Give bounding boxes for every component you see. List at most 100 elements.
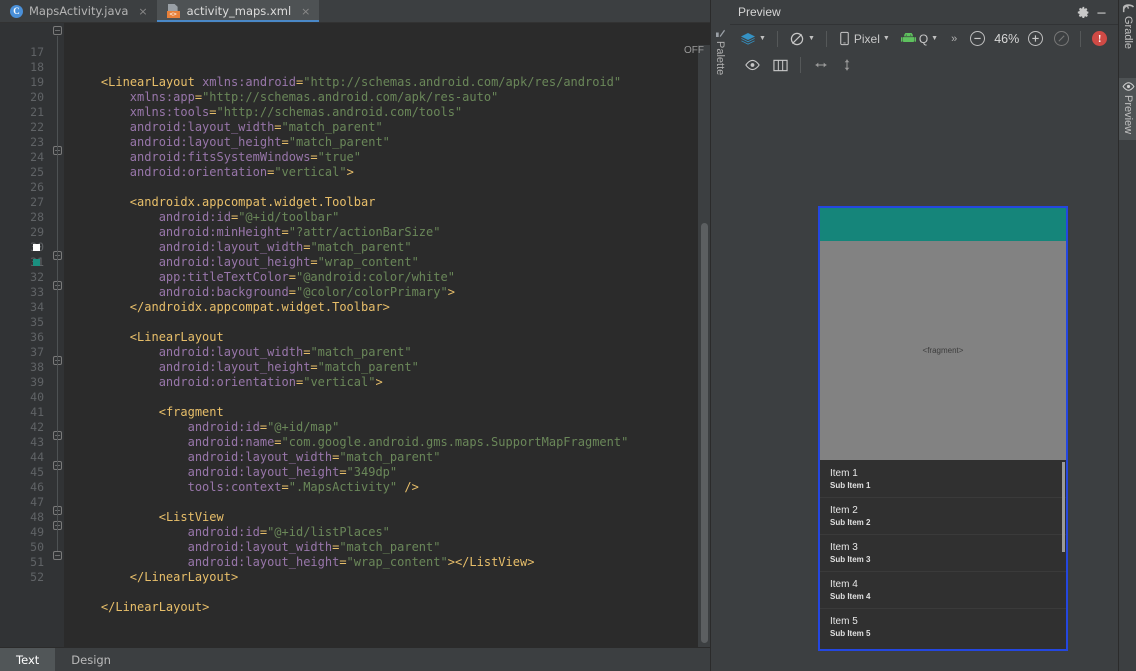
code-token: [72, 195, 130, 209]
palette-tool-strip[interactable]: Palette: [710, 0, 730, 671]
list-item[interactable]: Item 3Sub Item 3: [820, 534, 1066, 571]
api-level-dropdown-button[interactable]: Q ▼: [897, 30, 942, 48]
code-token: xmlns:app: [130, 90, 195, 104]
code-line[interactable]: xmlns:tools="http://schemas.android.com/…: [72, 105, 710, 120]
code-token: >: [202, 600, 209, 614]
code-line[interactable]: </LinearLayout>: [72, 600, 710, 615]
list-item[interactable]: Item 1Sub Item 1: [820, 460, 1066, 497]
device-dropdown-button[interactable]: Pixel ▼: [834, 29, 894, 48]
fold-toggle[interactable]: −: [53, 26, 62, 35]
code-line[interactable]: android:layout_height="match_parent": [72, 360, 710, 375]
split-columns-button[interactable]: [768, 56, 793, 75]
code-editor[interactable]: 1718192021222324252627282930313233343536…: [0, 23, 710, 647]
code-line[interactable]: android:layout_width="match_parent": [72, 450, 710, 465]
orientation-dropdown-button[interactable]: ▼: [785, 29, 819, 49]
color-swatch[interactable]: [33, 244, 40, 251]
line-number: 24: [0, 150, 52, 165]
code-line[interactable]: <LinearLayout xmlns:android="http://sche…: [72, 75, 710, 90]
code-token: >: [347, 165, 354, 179]
tool-button-preview[interactable]: Preview: [1119, 78, 1136, 140]
close-icon[interactable]: ×: [138, 5, 147, 18]
code-line[interactable]: [72, 390, 710, 405]
code-line[interactable]: <ListView: [72, 510, 710, 525]
vertical-resize-button[interactable]: [837, 54, 857, 76]
code-line[interactable]: tools:context=".MapsActivity" />: [72, 480, 710, 495]
list-scrollbar[interactable]: [1062, 462, 1065, 552]
list-view-preview[interactable]: Item 1Sub Item 1Item 2Sub Item 2Item 3Su…: [820, 460, 1066, 649]
editor-tab-activity-maps-xml[interactable]: <> activity_maps.xml ×: [157, 0, 320, 22]
list-item-subtitle: Sub Item 2: [830, 517, 1056, 528]
code-fold-gutter[interactable]: −−−−−−−−−−: [52, 23, 64, 647]
line-number-gutter[interactable]: 1718192021222324252627282930313233343536…: [0, 23, 52, 647]
show-design-button[interactable]: [740, 56, 765, 74]
code-line[interactable]: android:layout_height="match_parent": [72, 135, 710, 150]
layers-dropdown-button[interactable]: ▼: [736, 29, 770, 49]
code-line[interactable]: android:id="@+id/listPlaces": [72, 525, 710, 540]
code-line[interactable]: android:orientation="vertical">: [72, 165, 710, 180]
code-line[interactable]: <androidx.appcompat.widget.Toolbar: [72, 195, 710, 210]
code-token: =: [260, 420, 267, 434]
code-line[interactable]: [72, 180, 710, 195]
color-swatch[interactable]: [33, 259, 40, 266]
code-line[interactable]: android:layout_height="349dp": [72, 465, 710, 480]
code-line[interactable]: <fragment: [72, 405, 710, 420]
list-item[interactable]: Item 4Sub Item 4: [820, 571, 1066, 608]
code-line[interactable]: </androidx.appcompat.widget.Toolbar>: [72, 300, 710, 315]
code-token: android:layout_width: [188, 450, 333, 464]
code-line[interactable]: android:id="@+id/map": [72, 420, 710, 435]
code-line[interactable]: android:background="@color/colorPrimary"…: [72, 285, 710, 300]
zoom-in-button[interactable]: [1024, 29, 1047, 48]
code-line[interactable]: android:layout_height="wrap_content": [72, 255, 710, 270]
code-line[interactable]: android:layout_height="wrap_content"></L…: [72, 555, 710, 570]
editor-vertical-scrollbar[interactable]: [701, 223, 708, 643]
toolbar-overflow-button[interactable]: »: [945, 31, 963, 47]
palette-button[interactable]: Palette: [714, 28, 726, 75]
line-number: 35: [0, 315, 52, 330]
inspections-off-badge[interactable]: OFF: [684, 45, 704, 56]
editor-tab-maps-activity-java[interactable]: C MapsActivity.java ×: [0, 0, 157, 22]
code-line[interactable]: app:titleTextColor="@android:color/white…: [72, 270, 710, 285]
code-line[interactable]: android:fitsSystemWindows="true": [72, 150, 710, 165]
code-line[interactable]: android:minHeight="?attr/actionBarSize": [72, 225, 710, 240]
android-robot-icon: [901, 33, 916, 44]
code-line[interactable]: android:id="@+id/toolbar": [72, 210, 710, 225]
tab-design[interactable]: Design: [55, 648, 127, 671]
editor-bottom-tabs: Text Design: [0, 647, 710, 671]
code-token: android:layout_width: [159, 240, 304, 254]
code-line[interactable]: [72, 495, 710, 510]
code-line[interactable]: </LinearLayout>: [72, 570, 710, 585]
arrows-horizontal-icon: [812, 59, 830, 71]
close-icon[interactable]: ×: [301, 5, 310, 18]
tab-text[interactable]: Text: [0, 648, 55, 671]
line-number: 33: [0, 285, 52, 300]
code-line[interactable]: android:layout_width="match_parent": [72, 120, 710, 135]
code-line[interactable]: android:layout_width="match_parent": [72, 240, 710, 255]
code-line[interactable]: [72, 315, 710, 330]
preview-canvas[interactable]: <fragment> Item 1Sub Item 1Item 2Sub Ite…: [730, 78, 1118, 671]
code-line[interactable]: xmlns:app="http://schemas.android.com/ap…: [72, 90, 710, 105]
device-preview[interactable]: <fragment> Item 1Sub Item 1Item 2Sub Ite…: [818, 206, 1068, 651]
list-item[interactable]: Item 2Sub Item 2: [820, 497, 1066, 534]
zoom-out-button[interactable]: [966, 29, 989, 48]
horizontal-resize-button[interactable]: [808, 57, 834, 73]
fold-toggle[interactable]: −: [53, 551, 62, 560]
code-token: LinearLayout: [115, 600, 202, 614]
code-token: [72, 600, 101, 614]
code-line[interactable]: <LinearLayout: [72, 330, 710, 345]
code-text[interactable]: <LinearLayout xmlns:android="http://sche…: [64, 23, 710, 647]
code-line[interactable]: android:name="com.google.android.gms.map…: [72, 435, 710, 450]
code-token: android:layout_width: [130, 120, 275, 134]
code-line[interactable]: android:orientation="vertical">: [72, 375, 710, 390]
code-line[interactable]: [72, 585, 710, 600]
list-item[interactable]: Item 5Sub Item 5: [820, 608, 1066, 645]
error-indicator-button[interactable]: !: [1088, 29, 1111, 48]
code-line[interactable]: android:layout_width="match_parent": [72, 345, 710, 360]
minimize-icon[interactable]: [1092, 3, 1110, 21]
code-token: />: [404, 480, 418, 494]
line-number: 21: [0, 105, 52, 120]
tool-button-gradle[interactable]: Gradle: [1119, 2, 1136, 49]
code-line[interactable]: android:layout_width="match_parent": [72, 540, 710, 555]
settings-gear-icon[interactable]: [1074, 3, 1092, 21]
zoom-reset-button[interactable]: [1050, 29, 1073, 48]
code-token: android:id: [188, 525, 260, 539]
